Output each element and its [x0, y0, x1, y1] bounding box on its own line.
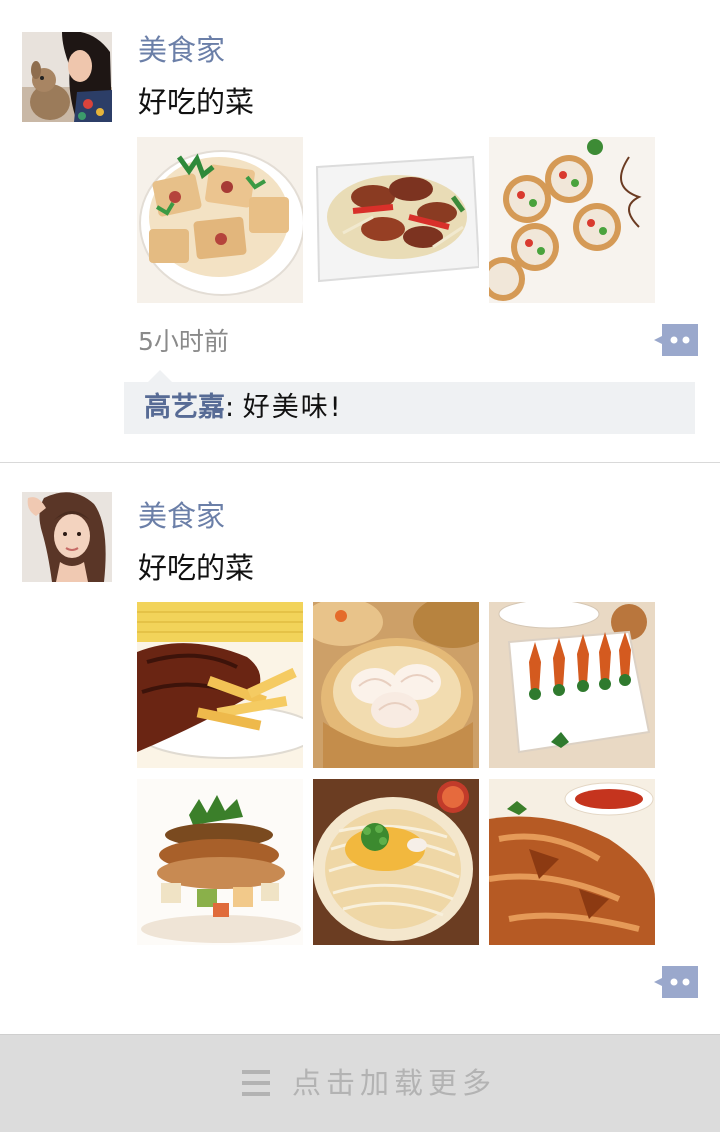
avatar[interactable] [22, 492, 112, 582]
post-text: 好吃的菜 [138, 551, 255, 585]
comment-text: 好美味! [242, 392, 343, 423]
post-photo[interactable] [137, 137, 303, 303]
post-photo[interactable] [313, 779, 479, 945]
author-name[interactable]: 美食家 [138, 32, 225, 68]
comment-icon[interactable] [654, 324, 698, 356]
menu-icon [242, 1070, 270, 1096]
post-photo[interactable] [313, 602, 479, 768]
load-more-label: 点击加载更多 [292, 1066, 497, 1100]
post-text: 好吃的菜 [138, 85, 255, 119]
author-name[interactable]: 美食家 [138, 498, 225, 534]
post-photo[interactable] [489, 137, 655, 303]
comment-username[interactable]: 高艺嘉 [144, 392, 225, 423]
load-more-button[interactable]: 点击加载更多 [0, 1034, 720, 1132]
avatar[interactable] [22, 32, 112, 122]
post-timestamp: 5小时前 [138, 327, 229, 356]
post-photo[interactable] [489, 602, 655, 768]
moment-post: 美食家 好吃的菜 [0, 0, 720, 462]
post-photo[interactable] [313, 137, 479, 303]
moment-post: 美食家 好吃的菜 [0, 463, 720, 1033]
comment-icon[interactable] [654, 966, 698, 998]
comments-arrow [148, 370, 172, 382]
comments-box: 高艺嘉: 好美味! [124, 382, 695, 434]
post-photo[interactable] [137, 602, 303, 768]
post-photo[interactable] [489, 779, 655, 945]
post-photo[interactable] [137, 779, 303, 945]
comment-separator: : [225, 392, 235, 423]
comment-item: 高艺嘉: 好美味! [144, 390, 343, 426]
